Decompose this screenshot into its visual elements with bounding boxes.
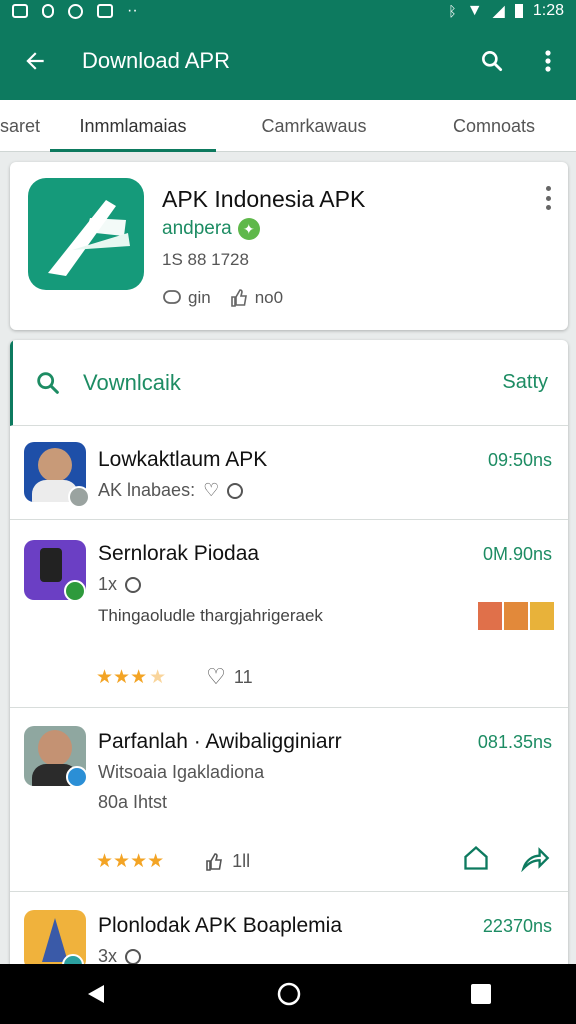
tab-label: saret [0,115,41,136]
settings-icon [68,3,83,19]
tab-label: Comnoats [452,115,536,136]
app-name: APK Indonesia APK [162,186,366,212]
item-title: Lowkaktlaum APK [98,448,268,471]
item-size: 09:50ns [487,450,552,470]
app-logo [28,178,144,290]
stat-likes: no0 [229,288,283,308]
active-tab-indicator [50,149,216,152]
back-button[interactable] [0,22,70,100]
screenshot-thumb [530,602,554,630]
screenshot-thumbnails[interactable] [478,602,554,630]
search-icon [125,948,142,965]
verified-icon: ✦ [237,218,260,240]
item-size: 081.35ns [477,732,552,752]
item-subtitle: Witsoaia Igakladiona [98,762,265,782]
signal-icon: ◢ [492,3,505,20]
search-icon [37,371,59,394]
tab-saret[interactable]: saret [0,100,50,152]
developer-name[interactable]: andpera ✦ [162,218,260,240]
item-description: 80a Ihtst [98,792,168,812]
app-stats: gin no0 [162,288,283,308]
like-button[interactable]: 1ll [204,851,250,872]
apk-list-card: Vownlcaik Satty Lowkaktlaum APK 09:50ns … [10,340,568,980]
item-subtitle: AK lnabaes: ♡ [98,480,244,501]
nav-home-icon[interactable] [276,981,302,1007]
screenshot-thumb [478,602,502,630]
nav-back-icon[interactable] [84,982,108,1006]
stat-reviews: gin [162,288,211,308]
clock-badge-icon [68,486,90,508]
link-badge-icon [66,766,88,788]
verified-badge-icon [64,580,86,602]
screenshot-thumb [504,602,528,630]
nav-recents-icon[interactable] [470,983,492,1005]
item-title: Parfanlah · Awibaligginiarr [98,730,342,753]
page-title: Download APR [82,48,230,73]
home-icon[interactable] [462,844,490,872]
chat-icon [163,290,181,304]
item-description: Thingaoludle thargjahrigeraek [98,606,323,625]
tab-camrkawaus[interactable]: Camrkawaus [216,100,412,152]
like-button[interactable]: ♡ 11 [206,664,252,690]
list-item[interactable]: Sernlorak Piodaa 0M.90ns 1x Thingaoludle… [10,520,568,708]
rating-stars: ★★★★ [96,666,167,688]
list-item[interactable]: Parfanlah · Awibaligginiarr 081.35ns Wit… [10,708,568,892]
clock-icon [227,482,244,499]
search-icon [125,576,142,593]
clock-time: 1:28 [532,2,564,19]
tab-inmmlamaias[interactable]: Inmmlamaias [50,100,216,152]
list-item[interactable]: Lowkaktlaum APK 09:50ns AK lnabaes: ♡ [10,426,568,520]
tab-bar: saret Inmmlamaias Camrkawaus Comnoats [0,100,576,152]
item-title: Plonlodak APK Boaplemia [98,914,342,937]
share-icon[interactable] [520,844,550,872]
item-subtitle: 1x [98,574,142,595]
notification-icon [42,4,54,18]
item-actions: ★★★★ 1ll [96,850,250,873]
item-actions: ★★★ ★ ♡ 11 [96,664,253,690]
more-vert-icon[interactable] [544,186,552,210]
featured-app-card[interactable]: APK Indonesia APK andpera ✦ 1S 88 1728 g… [10,162,568,330]
status-bar: ·· ᛒ ▼ ◢ 1:28 [0,0,576,22]
search-icon [482,51,503,72]
item-size: 22370ns [482,916,552,936]
tab-comnoats[interactable]: Comnoats [412,100,576,152]
heart-icon: ♡ [206,664,226,689]
item-size: 0M.90ns [482,544,552,564]
arrow-back-icon [26,52,44,70]
search-bar[interactable]: Vownlcaik Satty [10,340,568,426]
app-bar: Download APR [0,22,576,100]
system-nav-bar [0,964,576,1024]
more-notifications-icon: ·· [127,2,138,19]
sort-button[interactable]: Satty [502,371,568,394]
tab-label: Camrkawaus [261,115,367,136]
overflow-menu-button[interactable] [520,22,576,100]
search-query: Vownlcaik [83,369,181,395]
bluetooth-icon: ᛒ [448,3,457,19]
wifi-icon: ▼ [466,2,483,19]
heart-icon: ♡ [203,480,220,500]
item-title: Sernlorak Piodaa [98,542,260,565]
thumbs-up-icon [206,852,223,871]
more-vert-icon [545,50,551,72]
notification-icon [12,4,28,18]
tab-label: Inmmlamaias [79,115,187,136]
thumbs-up-icon [230,289,247,307]
rating-stars: ★★★★ [96,851,165,872]
app-meta: 1S 88 1728 [162,250,249,269]
search-button[interactable] [464,22,520,100]
battery-icon [514,4,523,18]
message-icon [97,4,113,18]
